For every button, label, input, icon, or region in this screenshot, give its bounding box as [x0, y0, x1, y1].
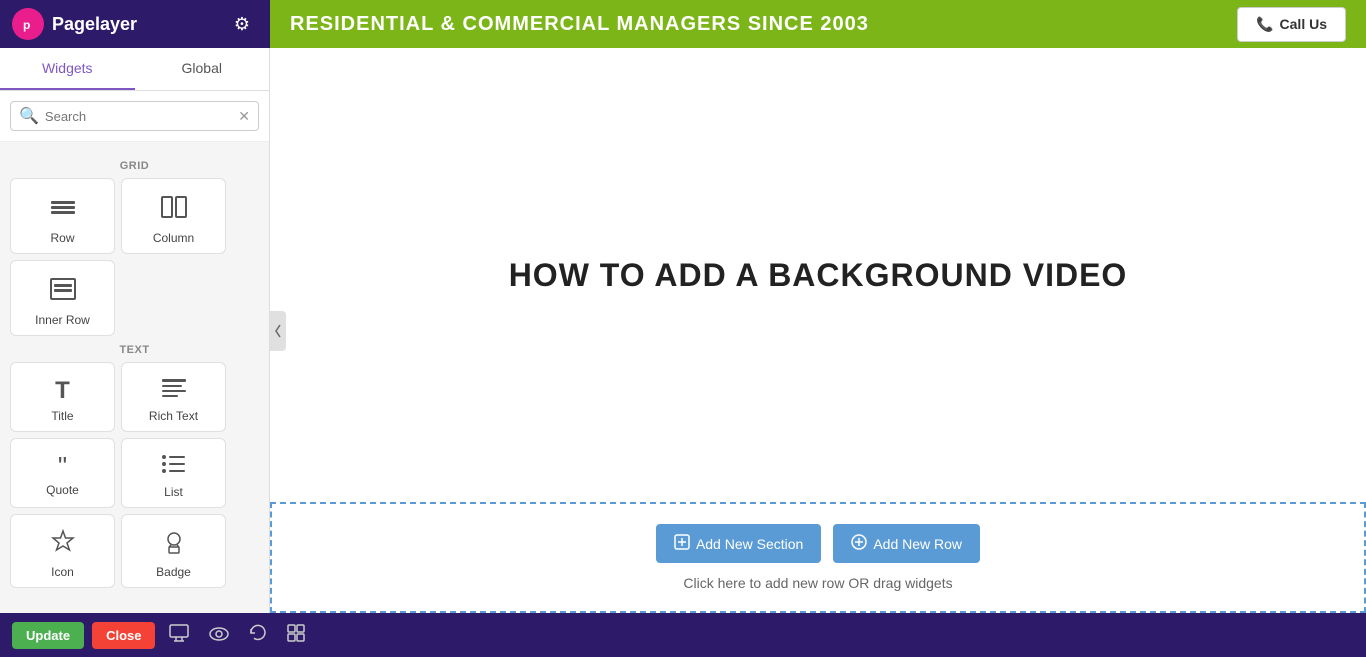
- quote-label: Quote: [46, 483, 79, 497]
- history-button[interactable]: [243, 620, 273, 651]
- inner-row-icon: [49, 275, 77, 309]
- grid-widget-group: Row Column: [10, 178, 259, 336]
- add-section-icon: [674, 534, 690, 553]
- phone-icon: 📞: [1256, 16, 1273, 33]
- column-label: Column: [153, 231, 194, 245]
- widget-list[interactable]: List: [121, 438, 226, 508]
- add-new-row-label: Add New Row: [873, 536, 962, 552]
- rich-text-icon: [160, 377, 188, 405]
- canvas-content: HOW TO ADD A BACKGROUND VIDEO: [270, 48, 1366, 613]
- text-section-label: TEXT: [10, 344, 259, 356]
- grid-section-label: GRID: [10, 160, 259, 172]
- row-label: Row: [50, 231, 74, 245]
- row-icon: [49, 193, 77, 227]
- close-button[interactable]: Close: [92, 622, 155, 649]
- quote-icon: ": [58, 453, 67, 479]
- collapse-panel-handle[interactable]: [270, 311, 286, 351]
- main-heading: HOW TO ADD A BACKGROUND VIDEO: [509, 257, 1128, 294]
- site-title: RESIDENTIAL & COMMERCIAL MANAGERS SINCE …: [290, 13, 869, 36]
- widget-row[interactable]: Row: [10, 178, 115, 254]
- call-us-button[interactable]: 📞 Call Us: [1237, 7, 1346, 42]
- icon-widget-icon: [50, 529, 76, 561]
- panel-tabs: Widgets Global: [0, 48, 269, 91]
- widget-rich-text[interactable]: Rich Text: [121, 362, 226, 432]
- search-icon: 🔍: [19, 106, 39, 126]
- widget-column[interactable]: Column: [121, 178, 226, 254]
- pagelayer-logo: p: [12, 8, 44, 40]
- structure-button[interactable]: [281, 620, 311, 651]
- add-new-section-button[interactable]: Add New Section: [656, 524, 821, 563]
- app-container: p Pagelayer ⚙ RESIDENTIAL & COMMERCIAL M…: [0, 0, 1366, 657]
- search-box: 🔍 ✕: [10, 101, 259, 131]
- bottom-bar: Update Close: [0, 613, 1366, 657]
- rich-text-label: Rich Text: [149, 409, 198, 423]
- badge-label: Badge: [156, 565, 191, 579]
- add-buttons-group: Add New Section Add New Row: [656, 524, 980, 563]
- list-label: List: [164, 485, 183, 499]
- main-area: Widgets Global 🔍 ✕ GRID: [0, 48, 1366, 613]
- left-panel: Widgets Global 🔍 ✕ GRID: [0, 48, 270, 613]
- text-widget-group: T Title Rich Text: [10, 362, 259, 588]
- title-icon: T: [55, 377, 70, 405]
- logo-area: p Pagelayer ⚙: [0, 6, 270, 43]
- svg-text:p: p: [23, 18, 30, 32]
- update-button[interactable]: Update: [12, 622, 84, 649]
- icon-label: Icon: [51, 565, 74, 579]
- desktop-view-button[interactable]: [163, 620, 195, 651]
- widget-inner-row[interactable]: Inner Row: [10, 260, 115, 336]
- add-hint-text: Click here to add new row OR drag widget…: [683, 575, 952, 591]
- top-bar: p Pagelayer ⚙ RESIDENTIAL & COMMERCIAL M…: [0, 0, 1366, 48]
- preview-button[interactable]: [203, 621, 235, 650]
- tab-global[interactable]: Global: [135, 48, 270, 90]
- clear-search-button[interactable]: ✕: [238, 108, 250, 125]
- widgets-list: GRID Row: [0, 142, 269, 613]
- badge-icon: [161, 529, 187, 561]
- widget-icon[interactable]: Icon: [10, 514, 115, 588]
- add-new-row-button[interactable]: Add New Row: [833, 524, 980, 563]
- search-input[interactable]: [45, 109, 238, 124]
- site-header: RESIDENTIAL & COMMERCIAL MANAGERS SINCE …: [270, 0, 1366, 52]
- logo-text: Pagelayer: [52, 14, 137, 35]
- inner-row-label: Inner Row: [35, 313, 90, 327]
- canvas-area: HOW TO ADD A BACKGROUND VIDEO: [270, 48, 1366, 613]
- tab-widgets[interactable]: Widgets: [0, 48, 135, 90]
- panel-search: 🔍 ✕: [0, 91, 269, 142]
- content-section: HOW TO ADD A BACKGROUND VIDEO: [270, 48, 1366, 502]
- widget-title[interactable]: T Title: [10, 362, 115, 432]
- gear-button[interactable]: ⚙: [226, 6, 258, 43]
- add-new-section-label: Add New Section: [696, 536, 803, 552]
- add-section-area: Add New Section Add New Row: [270, 502, 1366, 613]
- call-us-label: Call Us: [1280, 16, 1327, 32]
- widget-quote[interactable]: " Quote: [10, 438, 115, 508]
- list-icon: [160, 453, 188, 481]
- column-icon: [160, 193, 188, 227]
- add-row-icon: [851, 534, 867, 553]
- widget-badge[interactable]: Badge: [121, 514, 226, 588]
- title-label: Title: [51, 409, 73, 423]
